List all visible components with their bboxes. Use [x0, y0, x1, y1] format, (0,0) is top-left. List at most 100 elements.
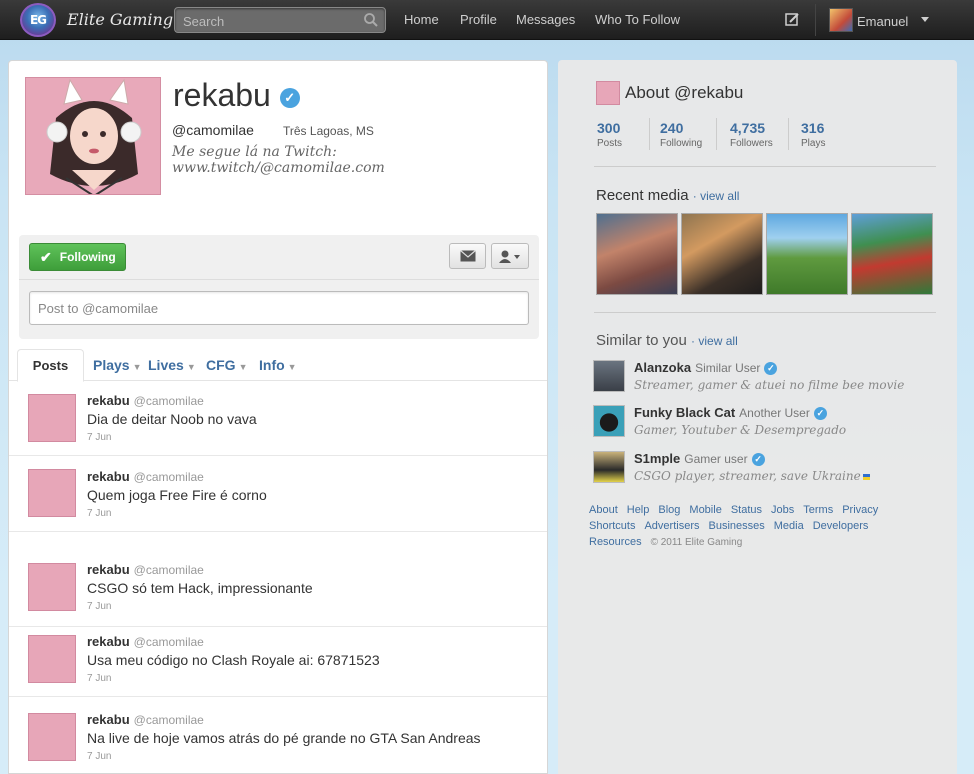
similar-user-name[interactable]: S1mple Gamer user ✓ — [634, 451, 765, 467]
similar-user-subtitle: Similar User — [695, 361, 761, 375]
similar-user-avatar[interactable] — [593, 451, 625, 483]
footer-link[interactable]: Terms — [803, 502, 833, 518]
post-date[interactable]: 7 Jun — [87, 508, 111, 519]
media-thumbnail[interactable] — [851, 213, 933, 295]
similar-user-item[interactable]: Alanzoka Similar User ✓ Streamer, gamer & … — [593, 360, 953, 398]
nav-who-to-follow[interactable]: Who To Follow — [595, 12, 680, 27]
tab-plays[interactable]: Plays ▼ — [93, 357, 142, 373]
post-item[interactable]: rekabu @camomilae CSGO só tem Hack, impre… — [9, 532, 547, 627]
post-date[interactable]: 7 Jun — [87, 432, 111, 443]
divider — [716, 118, 717, 150]
footer-link[interactable]: Resources — [589, 534, 642, 550]
similar-header: Similar to you · view all — [596, 332, 738, 349]
post-author-handle: @camomilae — [133, 713, 204, 727]
similar-user-avatar[interactable] — [593, 405, 625, 437]
post-author[interactable]: rekabu @camomilae — [87, 469, 204, 484]
footer-link[interactable]: Shortcuts — [589, 518, 635, 534]
post-avatar[interactable] — [28, 563, 76, 611]
media-thumbnail[interactable] — [766, 213, 848, 295]
footer-link[interactable]: Media — [774, 518, 804, 534]
profile-name: rekabu ✓ — [173, 77, 300, 114]
footer-link[interactable]: About — [589, 502, 618, 518]
about-avatar[interactable] — [596, 81, 620, 105]
post-item[interactable]: rekabu @camomilae Quem joga Free Fire é c… — [9, 456, 547, 532]
verified-badge-icon: ✓ — [751, 453, 765, 467]
post-input[interactable] — [30, 292, 528, 324]
post-author-name: rekabu — [87, 634, 130, 649]
post-item[interactable]: rekabu @camomilae Usa meu código no Clash… — [9, 627, 547, 697]
nav-messages[interactable]: Messages — [516, 12, 575, 27]
tab-info[interactable]: Info ▼ — [259, 357, 297, 373]
user-avatar[interactable] — [829, 8, 853, 32]
view-all-label: view all — [700, 189, 740, 203]
user-actions-button[interactable] — [491, 243, 529, 269]
post-author-name: rekabu — [87, 393, 130, 408]
similar-user-avatar[interactable] — [593, 360, 625, 392]
user-name[interactable]: Emanuel — [857, 14, 908, 29]
elite-gaming-logo[interactable]: EG — [20, 3, 56, 37]
footer-link[interactable]: Status — [731, 502, 762, 518]
post-text: Quem joga Free Fire é corno — [87, 487, 267, 503]
footer-link[interactable]: Jobs — [771, 502, 794, 518]
tab-posts[interactable]: Posts — [17, 349, 84, 382]
footer-link[interactable]: Privacy — [842, 502, 878, 518]
recent-media-view-all[interactable]: · view all — [693, 189, 740, 203]
tab-cfg[interactable]: CFG ▼ — [206, 357, 247, 373]
similar-view-all[interactable]: · view all — [691, 334, 738, 348]
sidebar: About @rekabu 300 Posts 240 Following 4,73… — [558, 60, 957, 774]
similar-user-name[interactable]: Funky Black Cat Another User ✓ — [634, 405, 827, 421]
footer-link[interactable]: Mobile — [689, 502, 721, 518]
post-date[interactable]: 7 Jun — [87, 673, 111, 684]
about-title[interactable]: About @rekabu — [625, 83, 743, 103]
post-date[interactable]: 7 Jun — [87, 751, 111, 762]
envelope-icon — [459, 250, 476, 262]
post-item[interactable]: rekabu @camomilae Dia de deitar Noob no v… — [9, 382, 547, 456]
media-thumbnail[interactable] — [681, 213, 763, 295]
divider — [19, 279, 539, 280]
chevron-down-icon: ▼ — [186, 362, 196, 372]
post-box[interactable] — [29, 291, 529, 325]
similar-user-item[interactable]: S1mple Gamer user ✓ CSGO player, streamer,… — [593, 451, 953, 489]
post-author[interactable]: rekabu @camomilae — [87, 562, 204, 577]
media-thumbnail[interactable] — [596, 213, 678, 295]
chevron-down-icon[interactable] — [921, 17, 929, 22]
footer-link[interactable]: Advertisers — [644, 518, 699, 534]
stat-label: Followers — [730, 138, 773, 149]
footer-link[interactable]: Developers — [813, 518, 869, 534]
post-avatar[interactable] — [28, 713, 76, 761]
post-date[interactable]: 7 Jun — [87, 601, 111, 612]
post-author-name: rekabu — [87, 469, 130, 484]
search-box[interactable] — [174, 7, 386, 33]
stat-label: Following — [660, 138, 703, 149]
stat-following[interactable]: 240 Following — [660, 120, 702, 149]
similar-user-item[interactable]: Funky Black Cat Another User ✓ Gamer, Yout… — [593, 405, 953, 443]
post-text: Usa meu código no Clash Royale ai: 67871… — [87, 652, 380, 668]
post-avatar[interactable] — [28, 469, 76, 517]
message-button[interactable] — [449, 243, 486, 269]
search-input[interactable] — [183, 12, 363, 30]
search-icon[interactable] — [363, 12, 379, 28]
similar-user-name[interactable]: Alanzoka Similar User ✓ — [634, 360, 778, 376]
compose-icon[interactable] — [785, 12, 800, 27]
stat-posts[interactable]: 300 Posts — [597, 120, 622, 149]
post-avatar[interactable] — [28, 635, 76, 683]
footer-link[interactable]: Help — [627, 502, 650, 518]
footer-link[interactable]: Blog — [658, 502, 680, 518]
profile-avatar[interactable] — [25, 77, 161, 195]
stat-label: Plays — [801, 138, 826, 149]
nav-home[interactable]: Home — [404, 12, 439, 27]
post-author[interactable]: rekabu @camomilae — [87, 634, 204, 649]
stat-plays[interactable]: 316 Plays — [801, 120, 825, 149]
tab-lives[interactable]: Lives ▼ — [148, 357, 196, 373]
post-author-name: rekabu — [87, 562, 130, 577]
footer-link[interactable]: Businesses — [709, 518, 765, 534]
stat-followers[interactable]: 4,735 Followers — [730, 120, 773, 149]
post-avatar[interactable] — [28, 394, 76, 442]
following-button[interactable]: ✔ Following — [29, 243, 126, 271]
post-author[interactable]: rekabu @camomilae — [87, 712, 204, 727]
brand-name[interactable]: Elite Gaming — [67, 10, 173, 29]
recent-media-header: Recent media · view all — [596, 187, 739, 204]
nav-profile[interactable]: Profile — [460, 12, 497, 27]
post-item[interactable]: rekabu @camomilae Na live de hoje vamos a… — [9, 697, 547, 773]
post-author[interactable]: rekabu @camomilae — [87, 393, 204, 408]
